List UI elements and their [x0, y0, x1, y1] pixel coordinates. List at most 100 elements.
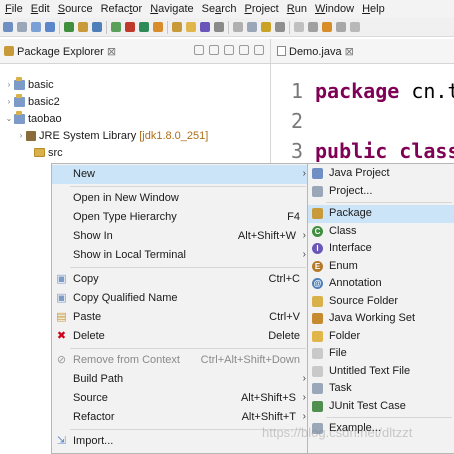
toolbar-separator	[106, 20, 107, 34]
menu-item-show-in-local-terminal[interactable]: Show in Local Terminal ›	[52, 246, 308, 265]
toolbar-button-icon[interactable]	[125, 22, 135, 32]
editor-tab-label[interactable]: Demo.java ⊠	[277, 45, 354, 58]
menu-item-shortcut: Ctrl+V	[269, 311, 300, 323]
menu-project[interactable]: Project	[242, 3, 282, 15]
menu-item-open-type-hierarchy[interactable]: Open Type Hierarchy F4	[52, 208, 308, 227]
new-class-item[interactable]: C Class	[308, 223, 454, 241]
new-folder-item[interactable]: Folder	[308, 328, 454, 346]
tree-item-basic[interactable]: › basic	[0, 76, 272, 93]
menu-help[interactable]: Help	[359, 3, 388, 15]
toolbar-button-icon[interactable]	[17, 22, 27, 32]
toolbar-button-icon[interactable]	[336, 22, 346, 32]
menu-item-label: File	[329, 347, 347, 359]
copy-qualified-icon: ▣	[56, 292, 67, 304]
toolbar-button-icon[interactable]	[233, 22, 243, 32]
menu-navigate[interactable]: Navigate	[147, 3, 196, 15]
toolbar-button-icon[interactable]	[3, 22, 13, 32]
tree-item-basic2[interactable]: › basic2	[0, 93, 272, 110]
toolbar-button-icon[interactable]	[64, 22, 74, 32]
menu-edit[interactable]: Edit	[28, 3, 53, 15]
new-enum-item[interactable]: E Enum	[308, 258, 454, 276]
menu-item-delete[interactable]: ✖ Delete Delete	[52, 327, 308, 346]
toolbar-button-icon[interactable]	[172, 22, 182, 32]
menu-run[interactable]: Run	[284, 3, 310, 15]
delete-icon: ✖	[56, 330, 67, 342]
menu-window[interactable]: Window	[312, 3, 357, 15]
menu-item-show-in[interactable]: Show In Alt+Shift+W ›	[52, 227, 308, 246]
toolbar-button-icon[interactable]	[111, 22, 121, 32]
close-view-icon[interactable]: ⊠	[107, 46, 116, 58]
toolbar-button-icon[interactable]	[350, 22, 360, 32]
toolbar-button-icon[interactable]	[308, 22, 318, 32]
project-icon	[14, 76, 25, 90]
toolbar-button-icon[interactable]	[200, 22, 210, 32]
new-untitled-text-file-item[interactable]: Untitled Text File	[308, 363, 454, 381]
maximize-icon[interactable]	[254, 45, 264, 55]
menu-item-build-path[interactable]: Build Path ›	[52, 370, 308, 389]
toolbar-button-icon[interactable]	[214, 22, 224, 32]
new-annotation-item[interactable]: @ Annotation	[308, 275, 454, 293]
new-project-item[interactable]: Project...	[308, 183, 454, 201]
toolbar-button-icon[interactable]	[186, 22, 196, 32]
menu-item-label: Interface	[329, 242, 372, 254]
menu-item-paste[interactable]: ▤ Paste Ctrl+V	[52, 308, 308, 327]
tree-item-label: src	[48, 146, 63, 159]
menu-item-copy[interactable]: ▣ Copy Ctrl+C	[52, 270, 308, 289]
tree-item-src[interactable]: src	[0, 144, 292, 161]
close-editor-icon[interactable]: ⊠	[345, 46, 354, 58]
toolbar-button-icon[interactable]	[153, 22, 163, 32]
new-file-item[interactable]: File	[308, 345, 454, 363]
enum-icon: E	[312, 260, 323, 272]
menu-item-label: Open in New Window	[73, 192, 179, 204]
toolbar-button-icon[interactable]	[294, 22, 304, 32]
package-icon	[312, 208, 323, 219]
toolbar-button-icon[interactable]	[261, 22, 271, 32]
new-interface-item[interactable]: I Interface	[308, 240, 454, 258]
new-task-item[interactable]: Task	[308, 380, 454, 398]
editor-tab[interactable]: Demo.java ⊠	[271, 39, 454, 64]
new-java-working-set-item[interactable]: Java Working Set	[308, 310, 454, 328]
minimize-icon[interactable]	[239, 45, 249, 55]
menu-refactor[interactable]: Refactor	[98, 3, 146, 15]
menu-item-copy-qualified-name[interactable]: ▣ Copy Qualified Name	[52, 289, 308, 308]
menu-file[interactable]: File	[2, 3, 26, 15]
menu-item-label: Java Project	[329, 167, 390, 179]
link-with-editor-icon[interactable]	[209, 45, 219, 55]
expand-toggle-icon[interactable]: ›	[4, 97, 14, 106]
menu-item-source[interactable]: Source Alt+Shift+S ›	[52, 389, 308, 408]
menu-item-new[interactable]: New ›	[52, 165, 308, 184]
menu-item-label: Show in Local Terminal	[73, 249, 186, 261]
menu-item-label: Open Type Hierarchy	[73, 211, 177, 223]
new-source-folder-item[interactable]: Source Folder	[308, 293, 454, 311]
menu-search[interactable]: Search	[199, 3, 240, 15]
toolbar-button-icon[interactable]	[247, 22, 257, 32]
tree-item-taobao[interactable]: ⌄ taobao	[0, 110, 272, 127]
folder-icon	[312, 330, 323, 342]
line-number: 3	[291, 139, 304, 163]
new-junit-test-case-item[interactable]: JUnit Test Case	[308, 398, 454, 416]
menu-source[interactable]: Source	[55, 3, 96, 15]
toolbar-button-icon[interactable]	[322, 22, 332, 32]
line-number: 2	[291, 109, 304, 133]
toolbar-button-icon[interactable]	[45, 22, 55, 32]
tree-item-jre-system-library[interactable]: › JRE System Library [jdk1.8.0_251]	[0, 127, 284, 144]
package-explorer-title[interactable]: Package Explorer ⊠	[4, 45, 116, 58]
toolbar-button-icon[interactable]	[275, 22, 285, 32]
working-set-icon	[312, 313, 323, 324]
view-menu-icon[interactable]	[224, 45, 234, 55]
menu-item-shortcut: Alt+Shift+S	[240, 392, 296, 404]
collapse-all-icon[interactable]	[194, 45, 204, 55]
toolbar-button-icon[interactable]	[92, 22, 102, 32]
editor-tab-name: Demo.java	[289, 46, 342, 58]
expand-toggle-icon[interactable]: ⌄	[4, 114, 14, 123]
new-java-project-item[interactable]: Java Project	[308, 165, 454, 183]
toolbar-separator	[59, 20, 60, 34]
menu-item-open-in-new-window[interactable]: Open in New Window	[52, 189, 308, 208]
toolbar-button-icon[interactable]	[139, 22, 149, 32]
toolbar-button-icon[interactable]	[31, 22, 41, 32]
new-package-item[interactable]: Package	[308, 205, 454, 223]
package-explorer-tab[interactable]: Package Explorer ⊠	[0, 39, 270, 64]
toolbar-button-icon[interactable]	[78, 22, 88, 32]
expand-toggle-icon[interactable]: ›	[4, 80, 14, 89]
expand-toggle-icon[interactable]: ›	[16, 131, 26, 140]
